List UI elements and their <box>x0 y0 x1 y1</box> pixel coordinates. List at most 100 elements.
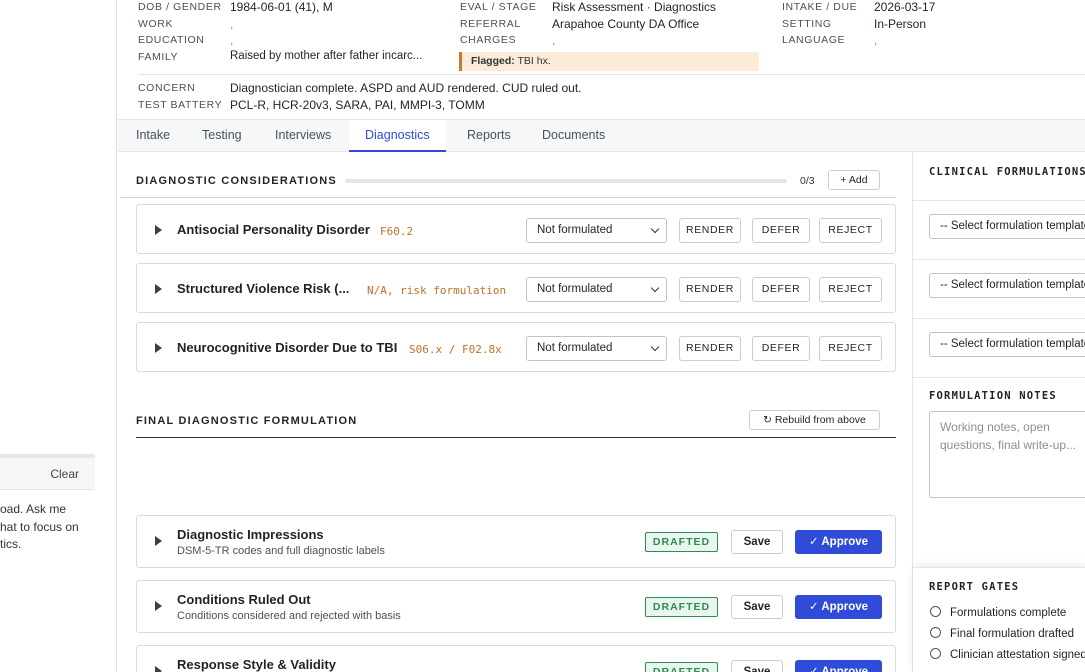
diagnostic-considerations-title: DIAGNOSTIC CONSIDERATIONS <box>136 175 337 187</box>
approve-button[interactable]: ✓ Approve <box>795 595 882 619</box>
education-value: , <box>230 33 234 47</box>
assistant-message: oad. Ask me hat to focus on tics. <box>0 501 95 554</box>
add-consideration-button[interactable]: + Add <box>828 170 880 190</box>
app-root: Clear oad. Ask me hat to focus on tics. … <box>0 0 1085 672</box>
save-button[interactable]: Save <box>731 530 783 554</box>
defer-button[interactable]: DEFER <box>752 336 810 361</box>
tab-testing[interactable]: Testing <box>202 120 242 152</box>
family-label: FAMILY <box>138 51 179 63</box>
empty-circle-icon <box>930 606 941 617</box>
case-header: DOB / GENDER 1984-06-01 (41), M WORK , E… <box>118 0 1085 119</box>
intake-due-label: INTAKE / DUE <box>782 1 858 13</box>
tab-diagnostics[interactable]: Diagnostics <box>349 120 446 152</box>
reject-button[interactable]: REJECT <box>819 336 882 361</box>
drafted-badge: DRAFTED <box>645 597 718 617</box>
language-value: , <box>874 33 878 47</box>
dob-gender-label: DOB / GENDER <box>138 1 222 13</box>
formulation-template-select[interactable]: -- Select formulation template -- <box>929 273 1085 298</box>
diagnosis-code: F60.2 <box>380 225 414 238</box>
tab-intake[interactable]: Intake <box>136 120 170 152</box>
tab-interviews[interactable]: Interviews <box>275 120 331 152</box>
render-button[interactable]: RENDER <box>679 336 741 361</box>
gate-item: Clinician attestation signed <box>930 648 1085 661</box>
charges-label: CHARGES <box>460 34 517 46</box>
tab-bar: Intake Testing Interviews Diagnostics Re… <box>118 119 1085 152</box>
diagnosis-status-select[interactable]: Not formulated <box>526 218 667 243</box>
report-gates-title: REPORT GATES <box>929 581 1020 593</box>
final-formulation-title: FINAL DIAGNOSTIC FORMULATION <box>136 415 358 427</box>
test-battery-label: TEST BATTERY <box>138 99 223 111</box>
expand-triangle-icon[interactable] <box>155 601 162 611</box>
considerations-divider <box>120 197 896 198</box>
expand-triangle-icon[interactable] <box>155 343 162 353</box>
panel-divider <box>913 200 1085 201</box>
formulation-section-card: Conditions Ruled Out Conditions consider… <box>136 580 896 633</box>
assistant-message-line: tics. <box>0 537 22 551</box>
rebuild-button[interactable]: ↻ Rebuild from above <box>749 410 880 430</box>
gate-item: Final formulation drafted <box>930 627 1074 640</box>
report-gates: REPORT GATES Formulations complete Final… <box>913 567 1085 672</box>
assistant-header: Clear <box>0 458 95 490</box>
concern-label: CONCERN <box>138 82 196 94</box>
diagnosis-status-select[interactable]: Not formulated <box>526 336 667 361</box>
approve-button[interactable]: ✓ Approve <box>795 530 882 554</box>
family-value: Raised by mother after father incarc... <box>230 50 423 62</box>
eval-stage-value: Risk Assessment · Diagnostics <box>552 0 717 14</box>
save-button[interactable]: Save <box>731 660 783 672</box>
expand-triangle-icon[interactable] <box>155 284 162 294</box>
diagnosis-status-value: Not formulated <box>537 342 613 354</box>
approve-button[interactable]: ✓ Approve <box>795 660 882 672</box>
header-divider <box>138 74 1085 75</box>
work-value: , <box>230 17 234 31</box>
save-button[interactable]: Save <box>731 595 783 619</box>
expand-triangle-icon[interactable] <box>155 536 162 546</box>
clinical-formulations-title: CLINICAL FORMULATIONS <box>929 166 1085 178</box>
diagnosis-card: Structured Violence Risk (... N/A, risk … <box>136 263 896 313</box>
test-battery-value: PCL-R, HCR-20v3, SARA, PAI, MMPI-3, TOMM <box>230 98 485 112</box>
formulation-section-title: Conditions Ruled Out <box>177 592 311 607</box>
defer-button[interactable]: DEFER <box>752 277 810 302</box>
setting-label: SETTING <box>782 18 832 30</box>
empty-circle-icon <box>930 648 941 659</box>
reject-button[interactable]: REJECT <box>819 277 882 302</box>
assistant-panel: Clear oad. Ask me hat to focus on tics. <box>0 0 117 672</box>
panel-divider <box>913 377 1085 378</box>
flag-label: Flagged: <box>471 55 515 67</box>
formulation-section-card: Diagnostic Impressions DSM-5-TR codes an… <box>136 515 896 568</box>
empty-circle-icon <box>930 627 941 638</box>
considerations-count: 0/3 <box>800 175 815 187</box>
defer-button[interactable]: DEFER <box>752 218 810 243</box>
render-button[interactable]: RENDER <box>679 218 741 243</box>
expand-triangle-icon[interactable] <box>155 225 162 235</box>
assistant-message-line: oad. Ask me <box>0 502 67 516</box>
formulation-template-select[interactable]: -- Select formulation template -- <box>929 214 1085 239</box>
drafted-badge: DRAFTED <box>645 662 718 672</box>
diagnosis-card: Antisocial Personality Disorder F60.2 No… <box>136 204 896 254</box>
clear-button[interactable]: Clear <box>50 467 79 481</box>
formulation-section-subtitle: Conditions considered and rejected with … <box>177 610 401 622</box>
chevron-down-icon <box>650 283 660 293</box>
formulation-section-title: Diagnostic Impressions <box>177 527 324 542</box>
gate-label: Formulations complete <box>950 607 1067 619</box>
formulation-section-subtitle: DSM-5-TR codes and full diagnostic label… <box>177 545 385 557</box>
expand-triangle-icon[interactable] <box>155 666 162 672</box>
formulation-section-title: Response Style & Validity <box>177 657 336 672</box>
tab-reports[interactable]: Reports <box>467 120 511 152</box>
diagnosis-card: Neurocognitive Disorder Due to TBI S06.x… <box>136 322 896 372</box>
diagnosis-code: S06.x / F02.8x <box>409 343 502 356</box>
flag-text: TBI hx. <box>517 55 551 67</box>
considerations-progress-bar <box>345 179 787 183</box>
tab-documents[interactable]: Documents <box>542 120 605 152</box>
diagnosis-status-select[interactable]: Not formulated <box>526 277 667 302</box>
chevron-down-icon <box>650 342 660 352</box>
formulation-notes-title: FORMULATION NOTES <box>929 390 1057 402</box>
intake-due-value: 2026-03-17 <box>874 0 936 14</box>
formulation-template-select[interactable]: -- Select formulation template -- <box>929 332 1085 357</box>
gate-label: Final formulation drafted <box>950 628 1075 640</box>
diagnosis-name: Structured Violence Risk (... <box>177 281 350 296</box>
reject-button[interactable]: REJECT <box>819 218 882 243</box>
dob-gender-value: 1984-06-01 (41), M <box>230 0 333 14</box>
formulation-notes-textarea[interactable]: Working notes, open questions, final wri… <box>929 411 1085 498</box>
render-button[interactable]: RENDER <box>679 277 741 302</box>
language-label: LANGUAGE <box>782 34 846 46</box>
